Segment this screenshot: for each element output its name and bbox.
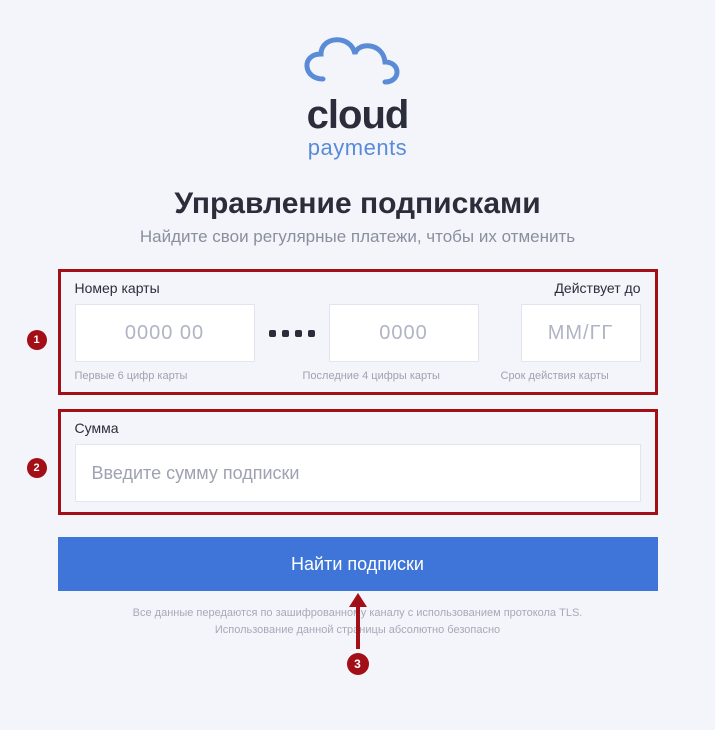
card-mask-dots	[265, 330, 319, 337]
form-area: 1 Номер карты Действует до 0000 00 0000 …	[58, 269, 658, 529]
cloud-icon	[273, 24, 443, 94]
hint-last4: Последние 4 цифры карты	[303, 370, 473, 382]
page-subtitle: Найдите свои регулярные платежи, чтобы и…	[140, 227, 575, 247]
callout-badge-2: 2	[27, 458, 47, 478]
card-fields-group: 1 Номер карты Действует до 0000 00 0000 …	[58, 269, 658, 395]
card-expiry-input[interactable]: ММ/ГГ	[521, 304, 641, 362]
callout-arrow-3: 3	[347, 593, 369, 675]
callout-badge-1: 1	[27, 330, 47, 350]
logo-text-bottom: payments	[273, 135, 443, 161]
find-subscriptions-button[interactable]: Найти подписки	[58, 537, 658, 591]
amount-label: Сумма	[75, 420, 641, 436]
card-expiry-label: Действует до	[554, 280, 640, 296]
page-root: cloud payments Управление подписками Най…	[0, 0, 715, 638]
card-first6-input[interactable]: 0000 00	[75, 304, 255, 362]
amount-input[interactable]: Введите сумму подписки	[75, 444, 641, 502]
amount-field-group: 2 Сумма Введите сумму подписки	[58, 409, 658, 515]
logo-text-top: cloud	[273, 95, 443, 135]
card-number-label: Номер карты	[75, 280, 160, 296]
hint-expiry: Срок действия карты	[501, 370, 641, 382]
page-title: Управление подписками	[174, 187, 540, 221]
hint-first6: Первые 6 цифр карты	[75, 370, 275, 382]
callout-badge-3: 3	[347, 653, 369, 675]
brand-logo: cloud payments	[273, 24, 443, 161]
card-last4-input[interactable]: 0000	[329, 304, 479, 362]
